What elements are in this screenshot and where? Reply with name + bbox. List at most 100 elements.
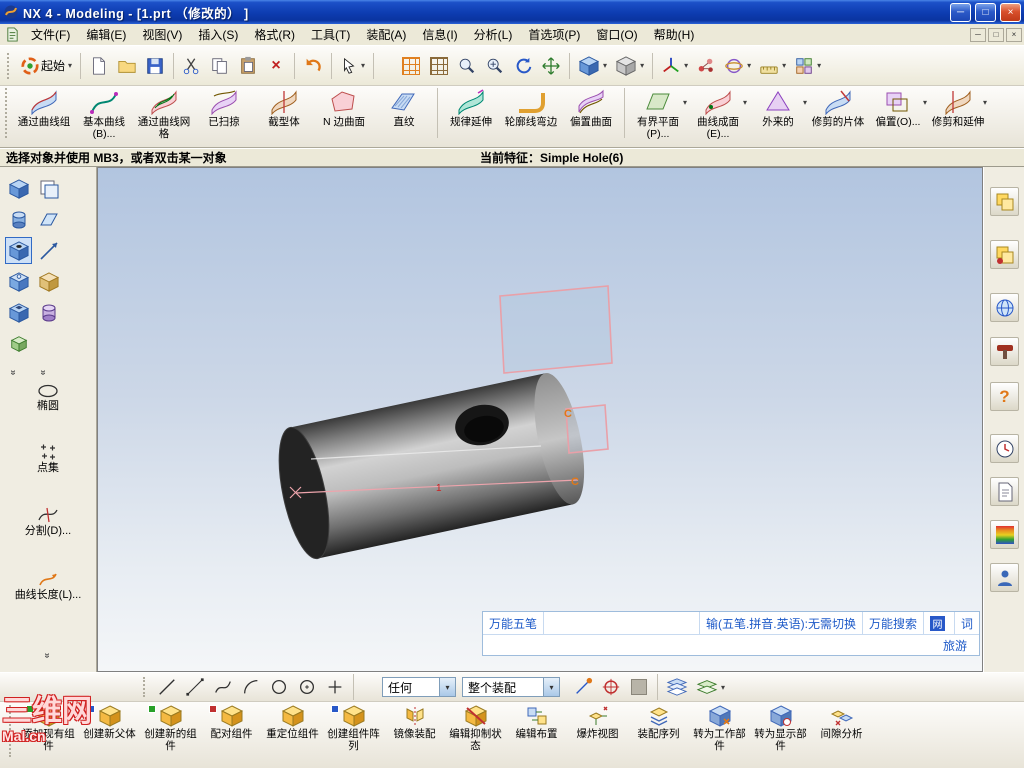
mdi-close-button[interactable]: ×: [1006, 27, 1022, 42]
ft-basic-curves[interactable]: 基本曲线(B)...: [74, 88, 134, 146]
boss-icon[interactable]: [5, 268, 32, 295]
menu-item-window[interactable]: 窗口(O): [588, 23, 645, 46]
ime-web-button[interactable]: 网: [924, 612, 955, 634]
chevron-down-icon[interactable]: »: [37, 370, 48, 376]
reposition-component-button[interactable]: 重定位组件: [262, 705, 323, 740]
sketch-outline-small[interactable]: [565, 404, 609, 454]
curve-spline-button[interactable]: [210, 674, 236, 700]
mate-component-button[interactable]: 配对组件: [201, 705, 262, 740]
datum-plane-icon[interactable]: [35, 206, 62, 233]
help-icon[interactable]: ?: [990, 382, 1019, 411]
chevron-down-icon[interactable]: ▾: [439, 678, 455, 696]
pocket-icon[interactable]: [5, 299, 32, 326]
palette-icon[interactable]: [990, 520, 1019, 549]
menu-item-help[interactable]: 帮助(H): [646, 23, 703, 46]
exploded-view-button[interactable]: 爆炸视图: [567, 705, 628, 740]
delete-button[interactable]: ×: [263, 53, 289, 79]
ft-through-curves[interactable]: 通过曲线组: [14, 88, 74, 146]
add-component-button[interactable]: 添加现有组件: [18, 705, 79, 752]
cylinder-icon[interactable]: [5, 206, 32, 233]
ft-foreign[interactable]: 外来的 ▾: [748, 88, 808, 146]
ft-offset-surface[interactable]: 偏置曲面: [561, 88, 621, 146]
chevron-down-icon[interactable]: ▾: [803, 98, 807, 107]
graphics-viewport[interactable]: C C 1 万能五笔 输(五笔.拼音.英语):无需切换 万能搜索 网 词 旅游: [97, 167, 983, 672]
refresh-fit-button[interactable]: [510, 53, 536, 79]
copy-button[interactable]: [207, 53, 233, 79]
menu-item-insert[interactable]: 插入(S): [190, 23, 246, 46]
ft-trimmed-sheet[interactable]: 修剪的片体: [808, 88, 868, 146]
assembly-navigator-icon[interactable]: [990, 187, 1019, 216]
maximize-button[interactable]: □: [975, 2, 996, 22]
rotate-orbit-button[interactable]: ▾: [721, 53, 754, 79]
create-new-component-button[interactable]: 创建新的组件: [140, 705, 201, 752]
paste-button[interactable]: [235, 53, 261, 79]
edit-arrangement-button[interactable]: 编辑布置: [506, 705, 567, 740]
curve-circle-center-button[interactable]: [294, 674, 320, 700]
history-icon[interactable]: [990, 434, 1019, 463]
menu-item-edit[interactable]: 编辑(E): [78, 23, 134, 46]
chevron-down-icon[interactable]: ▾: [683, 98, 687, 107]
pad-icon[interactable]: [5, 330, 32, 357]
menu-item-format[interactable]: 格式(R): [246, 23, 303, 46]
snap-point-button[interactable]: [693, 53, 719, 79]
selection-scope-select[interactable]: 整个装配 ▾: [462, 677, 560, 697]
minimize-button[interactable]: ─: [950, 2, 971, 22]
toolbar-grip[interactable]: [143, 677, 149, 697]
open-file-button[interactable]: [114, 53, 140, 79]
selection-mode-button[interactable]: ▾: [337, 53, 368, 79]
snap-grid-point-button[interactable]: [626, 674, 652, 700]
information-icon[interactable]: [990, 477, 1019, 506]
ft-ruled[interactable]: 直纹: [374, 88, 434, 146]
menu-item-assemblies[interactable]: 装配(A): [358, 23, 414, 46]
component-array-button[interactable]: 创建组件阵列: [323, 705, 384, 752]
shaded-view-button[interactable]: ▾: [575, 53, 610, 79]
layer-settings-button[interactable]: ▾: [693, 674, 728, 700]
work-plane-button[interactable]: [426, 53, 452, 79]
new-file-button[interactable]: [86, 53, 112, 79]
tool-ellipse[interactable]: 椭圆: [0, 382, 96, 413]
selection-filter-select[interactable]: 任何 ▾: [382, 677, 456, 697]
chevron-down-icon[interactable]: ▾: [543, 678, 559, 696]
mdi-restore-button[interactable]: □: [988, 27, 1004, 42]
menu-item-analysis[interactable]: 分析(L): [466, 23, 521, 46]
ft-law-extension[interactable]: 规律延伸: [441, 88, 501, 146]
pan-button[interactable]: [538, 53, 564, 79]
make-work-part-button[interactable]: 转为工作部件: [689, 705, 750, 752]
layer-visible-button[interactable]: [663, 674, 691, 700]
hole-icon[interactable]: [5, 237, 32, 264]
tool-point-set[interactable]: 点集: [0, 442, 96, 475]
ime-dict-button[interactable]: 词: [955, 612, 979, 634]
menu-item-preferences[interactable]: 首选项(P): [520, 23, 588, 46]
ft-offset[interactable]: 偏置(O)... ▾: [868, 88, 928, 146]
snap-endpoint-button[interactable]: [570, 674, 596, 700]
clearance-analysis-button[interactable]: 间隙分析: [811, 705, 872, 740]
menu-item-tools[interactable]: 工具(T): [303, 23, 358, 46]
menu-item-file[interactable]: 文件(F): [23, 23, 78, 46]
revolve-icon[interactable]: [35, 299, 62, 326]
chevron-down-icon[interactable]: ▾: [743, 98, 747, 107]
ime-name[interactable]: 万能五笔: [483, 612, 545, 634]
make-displayed-part-button[interactable]: 转为显示部件: [750, 705, 811, 752]
wireframe-view-button[interactable]: ▾: [612, 53, 647, 79]
chevron-down-icon[interactable]: ▾: [923, 98, 927, 107]
datum-axis-icon[interactable]: [35, 237, 62, 264]
assembly-sequence-button[interactable]: 装配序列: [628, 705, 689, 740]
measure-button[interactable]: ▾: [756, 53, 789, 79]
titlebar[interactable]: NX 4 - Modeling - [1.prt （修改的） ] ─ □ ×: [0, 0, 1024, 24]
curve-circle-button[interactable]: [266, 674, 292, 700]
edit-suppression-button[interactable]: 编辑抑制状态: [445, 705, 506, 752]
ft-through-curve-mesh[interactable]: 通过曲线网格: [134, 88, 194, 146]
ime-input-area[interactable]: [544, 612, 700, 634]
close-button[interactable]: ×: [1000, 2, 1021, 22]
chevron-down-icon[interactable]: »: [7, 370, 18, 376]
toolbar-grip[interactable]: [7, 52, 13, 79]
part-navigator-icon[interactable]: [990, 240, 1019, 269]
menu-item-information[interactable]: 信息(I): [414, 23, 465, 46]
ft-trim-extend[interactable]: 修剪和延伸 ▾: [928, 88, 988, 146]
extrude-icon[interactable]: [35, 268, 62, 295]
snap-grid-button[interactable]: [398, 53, 424, 79]
snap-center-button[interactable]: [598, 674, 624, 700]
ft-bounded-plane[interactable]: 有界平面(P)... ▾: [628, 88, 688, 146]
chevron-down-icon[interactable]: ▾: [983, 98, 987, 107]
ime-status[interactable]: 输(五笔.拼音.英语):无需切换: [700, 612, 863, 634]
